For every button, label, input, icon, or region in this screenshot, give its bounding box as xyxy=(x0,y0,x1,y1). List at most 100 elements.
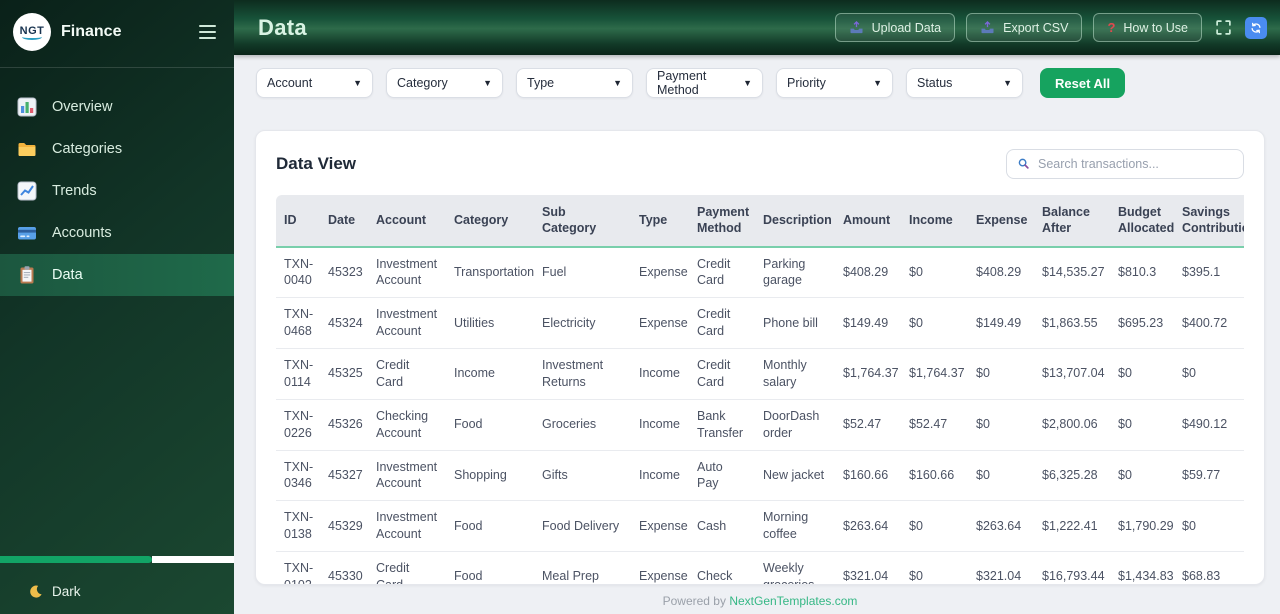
table-row: TXN-0138 45329 Investment Account Food Food … xyxy=(276,500,1244,552)
search-icon xyxy=(1017,157,1031,171)
table-cell: 45324 xyxy=(320,297,368,349)
dark-mode-label: Dark xyxy=(52,584,81,599)
table-cell: TXN-0040 xyxy=(276,246,320,299)
table-cell: Expense xyxy=(631,551,689,584)
table-cell: Investment Account xyxy=(368,246,446,299)
menu-toggle-icon[interactable] xyxy=(197,21,218,43)
table-cell: $695.23 xyxy=(1110,297,1174,349)
app-window: NGT Finance Overview Categories Trends Acco… xyxy=(0,0,1280,614)
filter-priority[interactable]: Priority ▼ xyxy=(776,68,893,98)
table-cell: $395.1 xyxy=(1174,246,1244,299)
table-cell: $160.66 xyxy=(901,450,968,502)
table-cell: Investment Account xyxy=(368,500,446,552)
table-cell: $400.72 xyxy=(1174,297,1244,349)
table-cell: Expense xyxy=(631,500,689,552)
fullscreen-icon xyxy=(1215,19,1232,36)
table-cell: Check xyxy=(689,551,755,584)
fullscreen-button[interactable] xyxy=(1215,19,1232,36)
table-cell: $52.47 xyxy=(835,399,901,451)
chevron-down-icon: ▼ xyxy=(743,78,752,88)
table-row: TXN-0226 45326 Checking Account Food Groceri… xyxy=(276,399,1244,451)
sidebar-item-trends[interactable]: Trends xyxy=(0,170,234,212)
table-cell: Parking garage xyxy=(755,246,835,299)
chevron-down-icon: ▼ xyxy=(1003,78,1012,88)
table-cell: Investment Account xyxy=(368,450,446,502)
table-cell: TXN-0468 xyxy=(276,297,320,349)
table-row: TXN-0114 45325 Credit Card Income Investment… xyxy=(276,348,1244,400)
table-cell: Groceries xyxy=(534,399,631,451)
filter-label: Account xyxy=(267,76,313,90)
theme-slider[interactable] xyxy=(0,556,234,563)
filter-payment-method[interactable]: Payment Method ▼ xyxy=(646,68,763,98)
sidebar-item-label: Trends xyxy=(52,183,97,199)
how-to-use-button[interactable]: ? How to Use xyxy=(1093,13,1202,42)
filter-account[interactable]: Account ▼ xyxy=(256,68,373,98)
sidebar-item-data[interactable]: Data xyxy=(0,254,234,296)
table-cell: TXN-0138 xyxy=(276,500,320,552)
chevron-down-icon: ▼ xyxy=(483,78,492,88)
app-logo: NGT xyxy=(13,13,51,51)
filter-status[interactable]: Status ▼ xyxy=(906,68,1023,98)
table-cell: Credit Card xyxy=(368,348,446,400)
sidebar-bottom: Dark xyxy=(0,556,234,614)
content-area: Data View IDDateAccountCategorySub Categ… xyxy=(234,111,1280,614)
table-cell: TXN-0114 xyxy=(276,348,320,400)
table-row: TXN-0346 45327 Investment Account Shopping G… xyxy=(276,450,1244,502)
credit-card-icon xyxy=(17,223,37,243)
table-cell: $13,707.04 xyxy=(1034,348,1110,400)
export-icon xyxy=(980,20,995,35)
table-cell: TXN-0226 xyxy=(276,399,320,451)
export-csv-button[interactable]: Export CSV xyxy=(966,13,1083,42)
table-cell: $68.83 xyxy=(1174,551,1244,584)
table-cell: Credit Card xyxy=(368,551,446,584)
table-cell: $0 xyxy=(968,450,1034,502)
sidebar-item-accounts[interactable]: Accounts xyxy=(0,212,234,254)
table-cell: $0 xyxy=(901,500,968,552)
table-cell: $321.04 xyxy=(835,551,901,584)
table-cell: Shopping xyxy=(446,450,534,502)
footer-link[interactable]: NextGenTemplates.com xyxy=(729,594,857,608)
table-cell: $0 xyxy=(968,348,1034,400)
filter-category[interactable]: Category ▼ xyxy=(386,68,503,98)
search-input[interactable] xyxy=(1038,157,1233,171)
filter-type[interactable]: Type ▼ xyxy=(516,68,633,98)
sidebar-item-categories[interactable]: Categories xyxy=(0,128,234,170)
table-cell: TXN-0346 xyxy=(276,450,320,502)
button-label: Export CSV xyxy=(1003,20,1069,35)
column-header: Budget Allocated xyxy=(1110,195,1174,248)
table-cell: Phone bill xyxy=(755,297,835,349)
chevron-down-icon: ▼ xyxy=(353,78,362,88)
sync-button[interactable] xyxy=(1245,16,1267,39)
table-cell: $0 xyxy=(901,246,968,299)
reset-all-button[interactable]: Reset All xyxy=(1040,68,1126,98)
table-cell: $490.12 xyxy=(1174,399,1244,451)
column-header: Amount xyxy=(835,195,901,248)
table-cell: Utilities xyxy=(446,297,534,349)
upload-data-button[interactable]: Upload Data xyxy=(834,13,956,42)
table-cell: $149.49 xyxy=(835,297,901,349)
transactions-table-container[interactable]: ID Date Account Category Sub Category Type Pay… xyxy=(276,195,1244,584)
logo-swoosh xyxy=(22,34,42,40)
sidebar-item-overview[interactable]: Overview xyxy=(0,86,234,128)
table-cell: $810.3 xyxy=(1110,246,1174,299)
table-cell: 45323 xyxy=(320,246,368,299)
table-cell: $0 xyxy=(1174,500,1244,552)
table-cell: $1,434.83 xyxy=(1110,551,1174,584)
table-cell: 45326 xyxy=(320,399,368,451)
bar-chart-icon xyxy=(17,97,37,117)
filter-label: Priority xyxy=(787,76,826,90)
table-cell: $1,790.29 xyxy=(1110,500,1174,552)
table-cell: $2,800.06 xyxy=(1034,399,1110,451)
column-header: Balance After xyxy=(1034,195,1110,248)
moon-icon xyxy=(28,584,43,599)
dark-mode-toggle[interactable]: Dark xyxy=(0,584,234,614)
table-cell: 45330 xyxy=(320,551,368,584)
column-header: Payment Method xyxy=(689,195,755,248)
table-header-row: ID Date Account Category Sub Category Type Pay… xyxy=(276,195,1244,248)
table-cell: Credit Card xyxy=(689,297,755,349)
card-header: Data View xyxy=(276,149,1244,179)
table-cell: New jacket xyxy=(755,450,835,502)
filter-bar: Account ▼ Category ▼ Type ▼ Payment Method ▼ Pri… xyxy=(234,55,1280,111)
folder-icon xyxy=(17,139,37,159)
table-cell: $0 xyxy=(1110,450,1174,502)
